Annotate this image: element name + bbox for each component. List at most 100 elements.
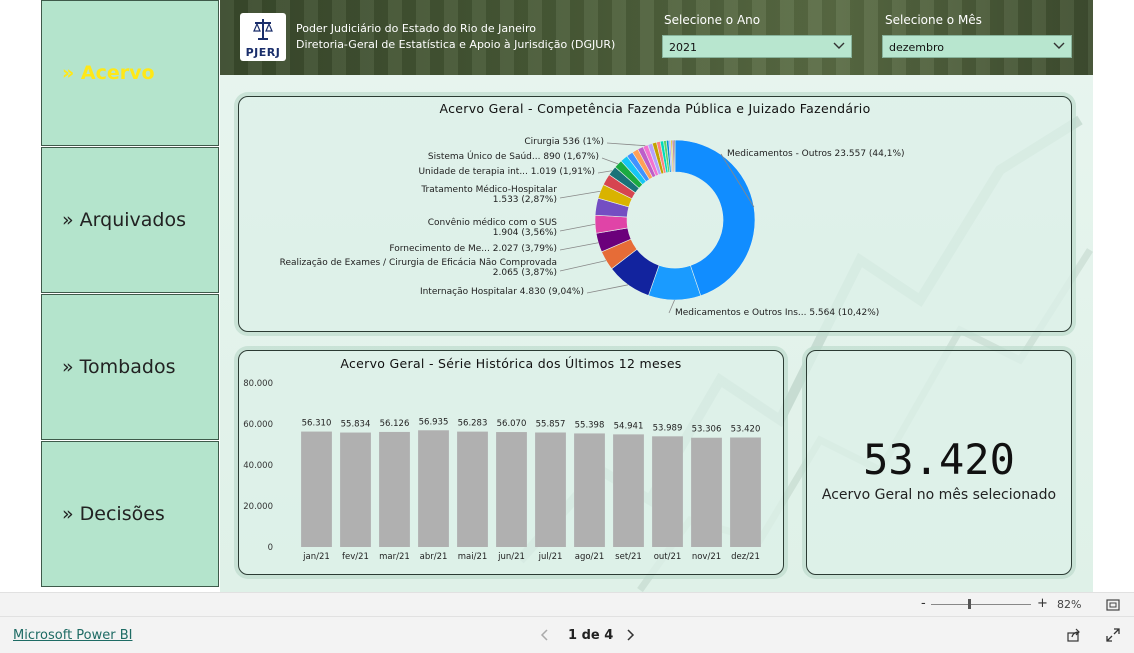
donut-leader-line: [606, 142, 646, 147]
donut-data-label: Cirurgia 536 (1%): [524, 137, 604, 147]
bar[interactable]: [418, 430, 449, 547]
bar[interactable]: [496, 432, 527, 547]
x-axis-tick-label: jun/21: [497, 552, 525, 562]
logo-text: PJERJ: [245, 46, 281, 59]
bar-data-label: 54.941: [614, 421, 644, 431]
chevron-right-icon[interactable]: [627, 629, 635, 641]
bar[interactable]: [457, 431, 488, 547]
bar-data-label: 55.857: [536, 419, 566, 429]
donut-data-label: Convênio médico com o SUS 1.904 (3,56%): [427, 218, 557, 238]
donut-leader-line: [586, 284, 629, 294]
report-canvas: PJERJ Poder Judiciário do Estado do Rio …: [220, 0, 1093, 592]
header-institution: Poder Judiciário do Estado do Rio de Jan…: [296, 22, 536, 35]
x-axis-tick-label: mar/21: [379, 552, 410, 562]
donut-leader-line: [559, 260, 607, 272]
donut-leader-line: [559, 242, 599, 251]
bar-data-label: 56.126: [380, 419, 410, 429]
donut-chart-card[interactable]: Acervo Geral - Competência Fazenda Públi…: [238, 96, 1072, 332]
donut-leader-line: [597, 170, 613, 174]
donut-data-label: Tratamento Médico-Hospitalar 1.533 (2,87%…: [421, 185, 557, 205]
power-bi-link[interactable]: Microsoft Power BI: [13, 628, 132, 643]
navigation-panel: » Acervo » Arquivados » Tombados » Decis…: [41, 0, 219, 588]
x-axis-tick-label: fev/21: [342, 552, 369, 562]
bar[interactable]: [340, 432, 371, 547]
x-axis-tick-label: nov/21: [692, 552, 721, 562]
bar[interactable]: [691, 437, 722, 547]
kpi-card[interactable]: 53.420 Acervo Geral no mês selecionado: [806, 350, 1072, 575]
zoom-out-button[interactable]: -: [921, 596, 926, 611]
donut-leader-line: [559, 190, 601, 199]
nav-tombados-button[interactable]: » Tombados: [41, 294, 219, 440]
donut-data-label: Medicamentos - Outros 23.557 (44,1%): [727, 149, 905, 159]
donut-leader-line: [668, 299, 675, 314]
chevron-left-icon[interactable]: [540, 629, 548, 641]
bar-data-label: 55.398: [575, 420, 605, 430]
scale-of-justice-icon: [253, 19, 273, 40]
bar-data-label: 56.070: [497, 419, 527, 429]
y-axis-tick-label: 80.000: [243, 379, 273, 389]
bar-data-label: 53.420: [731, 424, 761, 434]
nav-arquivados-button[interactable]: » Arquivados: [41, 147, 219, 293]
year-slicer-label: Selecione o Ano: [664, 13, 761, 27]
x-axis-tick-label: mai/21: [458, 552, 488, 562]
donut-leader-line: [601, 157, 619, 165]
x-axis-tick-label: abr/21: [420, 552, 448, 562]
x-axis-tick-label: out/21: [654, 552, 682, 562]
nav-acervo-button[interactable]: » Acervo: [41, 0, 219, 146]
footer-bar: Microsoft Power BI 1 de 4: [0, 616, 1134, 653]
x-axis-tick-label: dez/21: [731, 552, 760, 562]
bar[interactable]: [535, 432, 566, 547]
zoom-in-button[interactable]: +: [1037, 596, 1048, 611]
bar-data-label: 53.989: [653, 423, 683, 433]
expand-icon[interactable]: [1106, 628, 1120, 642]
page-indicator: 1 de 4: [568, 628, 614, 643]
kpi-value: 53.420: [863, 435, 1015, 484]
pjerj-logo: PJERJ: [240, 13, 286, 61]
bar[interactable]: [574, 433, 605, 547]
fit-page-icon[interactable]: [1106, 599, 1120, 611]
bar[interactable]: [301, 431, 332, 547]
bar-chart-card[interactable]: Acervo Geral - Série Histórica dos Últim…: [238, 350, 784, 575]
header-department: Diretoria-Geral de Estatística e Apoio à…: [296, 38, 616, 51]
donut-data-label: Unidade de terapia int... 1.019 (1,91%): [418, 167, 595, 177]
x-axis-tick-label: ago/21: [575, 552, 604, 562]
zoom-slider-track[interactable]: [931, 604, 1031, 605]
bar[interactable]: [730, 437, 761, 547]
donut-data-label: Sistema Único de Saúd... 890 (1,67%): [427, 152, 599, 162]
kpi-caption: Acervo Geral no mês selecionado: [821, 487, 1057, 503]
donut-data-label: Medicamentos e Outros Ins... 5.564 (10,4…: [675, 308, 880, 318]
year-slicer[interactable]: 2021: [662, 35, 852, 58]
donut-data-label: Realização de Exames / Cirurgia de Eficá…: [279, 258, 557, 278]
month-slicer[interactable]: dezembro: [882, 35, 1072, 58]
donut-slice[interactable]: [673, 139, 676, 173]
y-axis-tick-label: 60.000: [243, 420, 273, 430]
zoom-slider-handle[interactable]: [968, 599, 971, 609]
bar-data-label: 55.834: [341, 420, 371, 430]
zoom-status-bar: - + 82%: [0, 592, 1134, 617]
donut-data-label: Fornecimento de Me... 2.027 (3,79%): [389, 244, 557, 254]
report-page: » Acervo » Arquivados » Tombados » Decis…: [0, 0, 1134, 592]
zoom-level: 82%: [1057, 598, 1082, 611]
share-icon[interactable]: [1067, 628, 1081, 642]
bar[interactable]: [652, 436, 683, 547]
chevron-down-icon: [833, 42, 845, 49]
bar-data-label: 56.310: [302, 419, 332, 429]
month-slicer-label: Selecione o Mês: [885, 13, 982, 27]
bar[interactable]: [379, 431, 410, 547]
donut-chart: [559, 139, 756, 314]
month-slicer-value: dezembro: [889, 41, 944, 54]
report-header: PJERJ Poder Judiciário do Estado do Rio …: [220, 0, 1093, 75]
bar-data-label: 56.283: [458, 419, 488, 429]
year-slicer-value: 2021: [669, 41, 697, 54]
nav-decisoes-button[interactable]: » Decisões: [41, 441, 219, 587]
donut-data-label: Internação Hospitalar 4.830 (9,04%): [419, 287, 584, 297]
bar-data-label: 56.935: [419, 417, 449, 427]
x-axis-tick-label: jan/21: [302, 552, 330, 562]
x-axis-tick-label: set/21: [615, 552, 642, 562]
x-axis-tick-label: jul/21: [538, 552, 563, 562]
donut-leader-line: [559, 223, 596, 232]
bar[interactable]: [613, 434, 644, 547]
bar-data-label: 53.306: [692, 425, 722, 435]
y-axis-tick-label: 20.000: [243, 502, 273, 512]
y-axis-tick-label: 0: [268, 543, 273, 553]
